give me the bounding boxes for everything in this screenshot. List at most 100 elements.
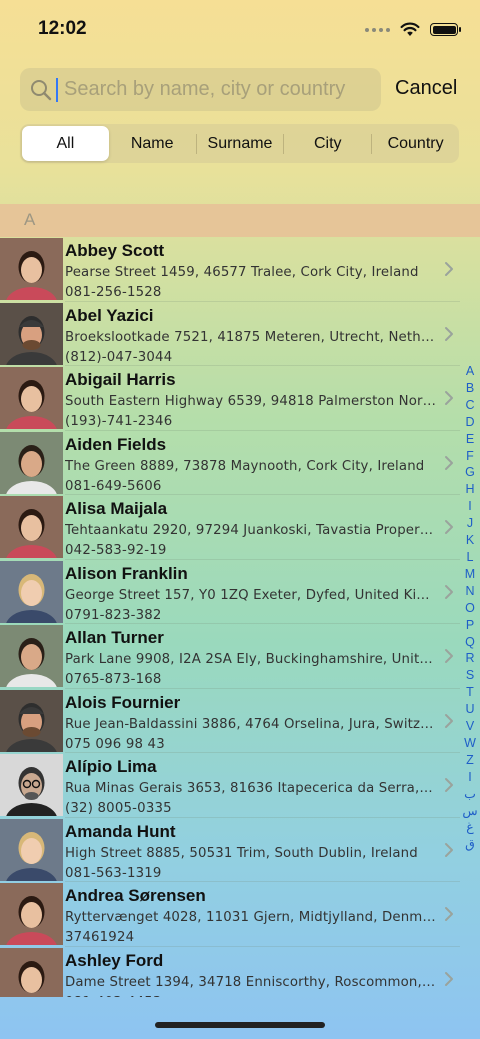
tab-all[interactable]: All bbox=[22, 126, 109, 161]
contact-avatar bbox=[0, 431, 63, 494]
contact-avatar bbox=[0, 560, 63, 623]
contact-address: Broekslootkade 7521, 41875 Meteren, Utre… bbox=[65, 329, 437, 345]
contact-phone: 081-649-5606 bbox=[65, 478, 162, 494]
battery-icon bbox=[430, 23, 461, 36]
tab-city[interactable]: City bbox=[284, 126, 371, 161]
contact-name: Allan Turner bbox=[65, 628, 164, 647]
contact-name: Abigail Harris bbox=[65, 370, 176, 389]
contact-address: George Street 157, Y0 1ZQ Exeter, Dyfed,… bbox=[65, 587, 437, 603]
chevron-right-icon bbox=[445, 713, 453, 728]
section-index-letter[interactable]: G bbox=[465, 464, 475, 481]
section-index-letter[interactable]: M bbox=[465, 566, 475, 583]
search-bar[interactable] bbox=[20, 68, 381, 111]
contact-name: Abbey Scott bbox=[65, 241, 165, 260]
section-index-letter[interactable]: ق bbox=[465, 836, 475, 853]
tab-name[interactable]: Name bbox=[109, 126, 196, 161]
chevron-right-icon bbox=[445, 778, 453, 792]
contact-row[interactable]: Abbey Scott Pearse Street 1459, 46577 Tr… bbox=[0, 237, 480, 302]
contact-row[interactable]: Abigail Harris South Eastern Highway 653… bbox=[0, 366, 480, 431]
contact-row[interactable]: Abel Yazici Broekslootkade 7521, 41875 M… bbox=[0, 302, 480, 366]
contact-list[interactable]: Abbey Scott Pearse Street 1459, 46577 Tr… bbox=[0, 237, 480, 997]
contact-row[interactable]: Andrea Sørensen Ryttervænget 4028, 11031… bbox=[0, 882, 480, 947]
contact-avatar bbox=[0, 302, 63, 365]
section-index-letter[interactable]: E bbox=[466, 431, 474, 448]
contact-phone: 075 096 98 43 bbox=[65, 736, 165, 752]
cellular-signal-icon bbox=[365, 27, 390, 32]
chevron-right-icon bbox=[445, 971, 453, 986]
contact-row[interactable]: Ashley Ford Dame Street 1394, 34718 Enni… bbox=[0, 947, 480, 998]
contact-avatar bbox=[0, 238, 63, 300]
section-index-letter[interactable]: T bbox=[466, 684, 474, 701]
tab-surname[interactable]: Surname bbox=[197, 126, 284, 161]
contact-address: Rua Minas Gerais 3653, 81636 Itapecerica… bbox=[65, 781, 437, 796]
section-index-letter[interactable]: I bbox=[468, 498, 471, 515]
section-index-letter[interactable]: B bbox=[466, 380, 474, 397]
section-header-letter: A bbox=[24, 210, 36, 229]
contact-phone: (32) 8005-0335 bbox=[65, 801, 172, 816]
contact-row[interactable]: Aiden Fields The Green 8889, 73878 Mayno… bbox=[0, 431, 480, 495]
search-input[interactable] bbox=[64, 78, 364, 101]
section-index-letter[interactable]: W bbox=[464, 735, 476, 752]
contact-phone: 37461924 bbox=[65, 930, 135, 945]
section-index-letter[interactable]: J bbox=[467, 515, 473, 532]
contact-address: Rue Jean-Baldassini 3886, 4764 Orselina,… bbox=[65, 716, 437, 732]
section-index-letter[interactable]: U bbox=[465, 701, 474, 718]
contact-row[interactable]: Allan Turner Park Lane 9908, I2A 2SA Ely… bbox=[0, 624, 480, 689]
contact-address: Ryttervænget 4028, 11031 Gjern, Midtjyll… bbox=[65, 910, 437, 925]
section-index-letter[interactable]: غ bbox=[466, 819, 473, 836]
contact-name: Andrea Sørensen bbox=[65, 886, 206, 905]
contact-row[interactable]: Alípio Lima Rua Minas Gerais 3653, 81636… bbox=[0, 753, 480, 818]
home-indicator[interactable] bbox=[155, 1022, 325, 1028]
status-bar: 12:02 bbox=[0, 0, 480, 60]
section-index-letter[interactable]: Q bbox=[465, 634, 475, 651]
contact-phone: 081-256-1528 bbox=[65, 285, 162, 300]
contact-avatar bbox=[0, 818, 63, 881]
section-index-letter[interactable]: N bbox=[465, 583, 474, 600]
contact-phone: 0765-873-168 bbox=[65, 672, 162, 687]
section-index-letter[interactable]: D bbox=[465, 414, 474, 431]
chevron-right-icon bbox=[445, 520, 453, 534]
section-index-letter[interactable]: ب bbox=[464, 786, 476, 803]
section-index-letter[interactable]: S bbox=[466, 667, 474, 684]
section-index-letter[interactable]: H bbox=[465, 481, 474, 498]
status-icons bbox=[365, 22, 461, 37]
contact-row[interactable]: Alison Franklin George Street 157, Y0 1Z… bbox=[0, 560, 480, 624]
tab-country[interactable]: Country bbox=[372, 126, 459, 161]
chevron-right-icon bbox=[445, 326, 453, 341]
chevron-right-icon bbox=[445, 649, 453, 663]
section-header: A bbox=[0, 204, 480, 237]
section-index-letter[interactable]: س bbox=[462, 803, 477, 820]
section-index-letter[interactable]: C bbox=[465, 397, 474, 414]
cancel-button[interactable]: Cancel bbox=[395, 77, 457, 100]
contact-row[interactable]: Alois Fournier Rue Jean-Baldassini 3886,… bbox=[0, 689, 480, 753]
section-index-letter[interactable]: P bbox=[466, 617, 474, 634]
section-index[interactable]: ABCDEFGHIJKLMNOPQRSTUVWZIبسغق bbox=[460, 363, 480, 853]
section-index-letter[interactable]: Z bbox=[466, 752, 474, 769]
section-index-letter[interactable]: O bbox=[465, 600, 475, 617]
contact-phone: 0791-823-382 bbox=[65, 607, 162, 623]
contact-address: Tehtaankatu 2920, 97294 Juankoski, Tavas… bbox=[65, 523, 437, 538]
chevron-right-icon bbox=[445, 842, 453, 857]
contact-avatar bbox=[0, 367, 63, 429]
section-index-letter[interactable]: I bbox=[468, 769, 471, 786]
contact-row[interactable]: Amanda Hunt High Street 8885, 50531 Trim… bbox=[0, 818, 480, 882]
contact-avatar bbox=[0, 496, 63, 558]
contact-row[interactable]: Alisa Maijala Tehtaankatu 2920, 97294 Ju… bbox=[0, 495, 480, 560]
contact-name: Alois Fournier bbox=[65, 692, 181, 712]
contact-address: Park Lane 9908, I2A 2SA Ely, Buckinghams… bbox=[65, 652, 437, 667]
section-index-letter[interactable]: L bbox=[467, 549, 474, 566]
section-index-letter[interactable]: K bbox=[466, 532, 474, 549]
contact-name: Abel Yazici bbox=[65, 305, 154, 325]
contact-name: Aiden Fields bbox=[65, 434, 167, 454]
contact-avatar bbox=[0, 883, 63, 945]
section-index-letter[interactable]: R bbox=[465, 650, 474, 667]
section-index-letter[interactable]: A bbox=[466, 363, 474, 380]
contact-address: The Green 8889, 73878 Maynooth, Cork Cit… bbox=[65, 458, 425, 474]
filter-segmented-control[interactable]: All Name Surname City Country bbox=[20, 124, 459, 163]
wifi-icon bbox=[400, 22, 420, 36]
contact-address: High Street 8885, 50531 Trim, South Dubl… bbox=[65, 845, 418, 861]
contact-phone: 081-403-4453 bbox=[65, 995, 162, 998]
chevron-right-icon bbox=[445, 391, 453, 405]
section-index-letter[interactable]: F bbox=[466, 448, 474, 465]
section-index-letter[interactable]: V bbox=[466, 718, 474, 735]
